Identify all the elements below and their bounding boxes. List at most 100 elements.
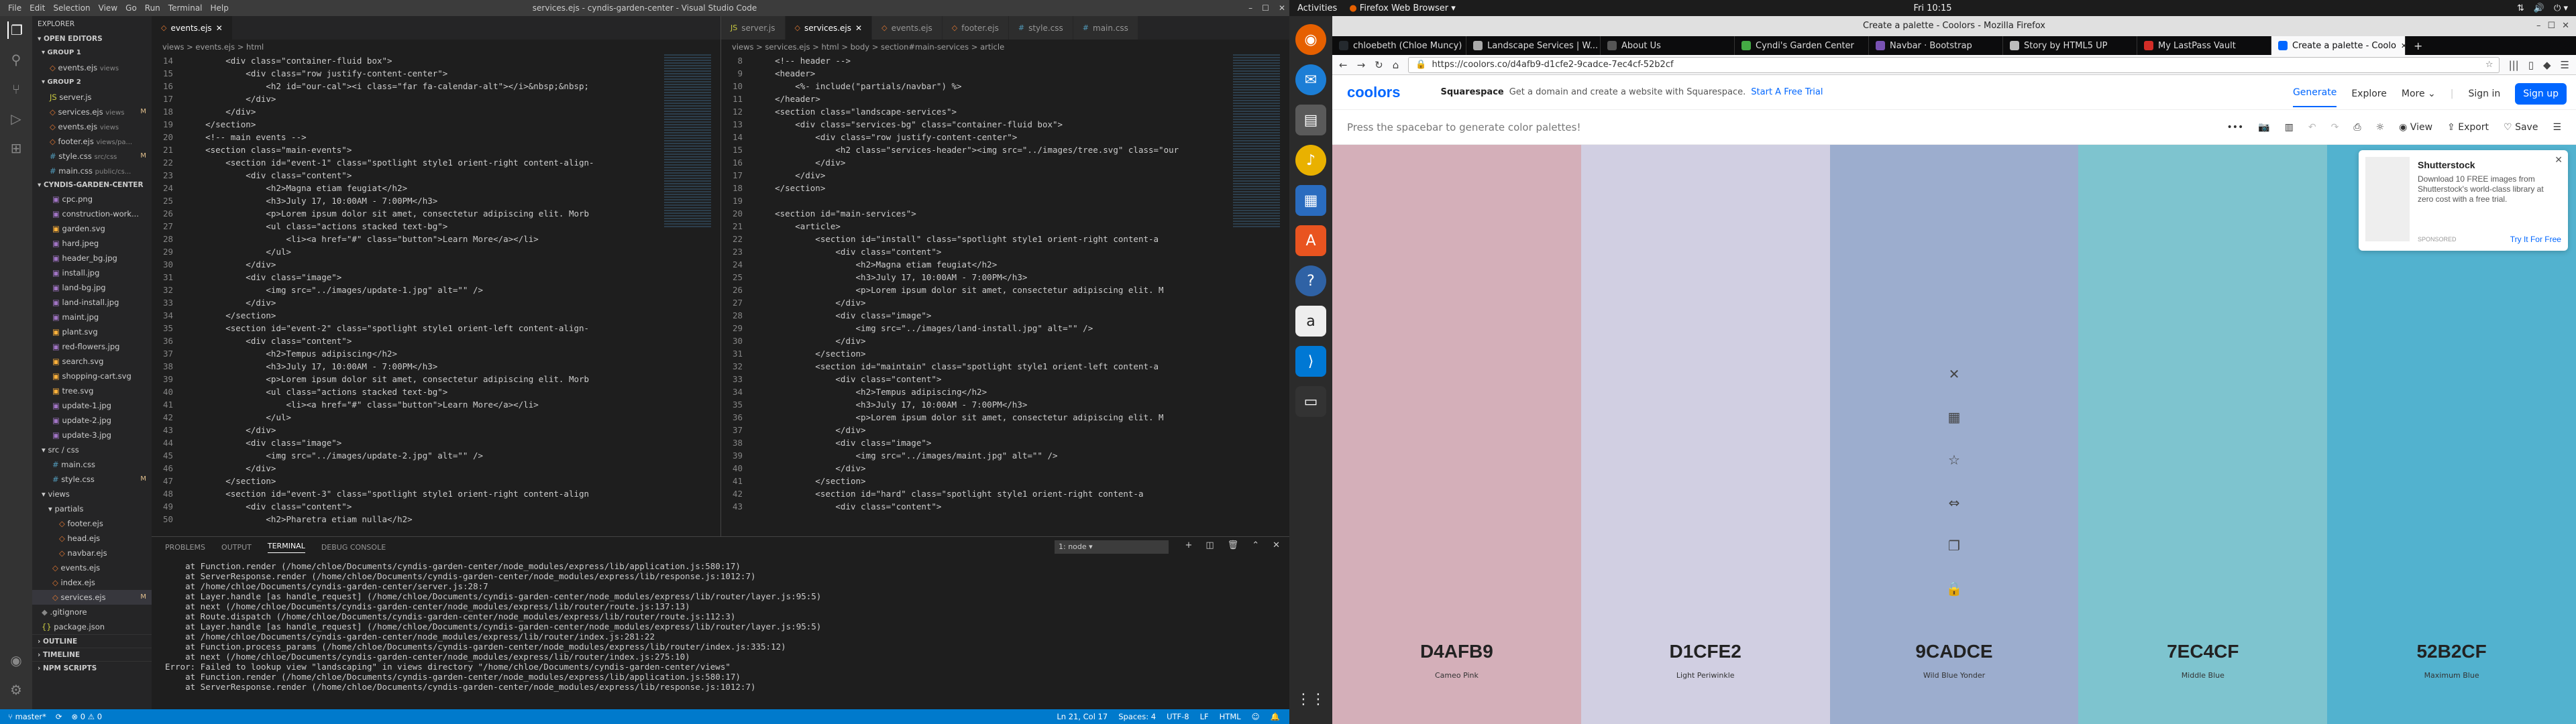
code-line[interactable]: 31 </section>: [721, 347, 1289, 360]
code-line[interactable]: 32 <section id="maintain" class="spotlig…: [721, 360, 1289, 373]
code-line[interactable]: 42 <section id="hard" class="spotlight s…: [721, 487, 1289, 500]
code-line[interactable]: 36 <p>Lorem ipsum dolor sit amet, consec…: [721, 411, 1289, 424]
show-apps-icon[interactable]: ⋮⋮: [1295, 684, 1326, 715]
redo-icon[interactable]: ↷: [2331, 122, 2339, 133]
open-editor-item[interactable]: # style.css src/css M: [32, 149, 152, 164]
code-line[interactable]: 21 <article>: [721, 220, 1289, 233]
tab-debug-console[interactable]: DEBUG CONSOLE: [321, 543, 386, 552]
minimap[interactable]: [664, 54, 711, 229]
code-line[interactable]: 48 <section id="event-3" class="spotligh…: [152, 487, 720, 500]
code-line[interactable]: 29 </ul>: [152, 245, 720, 258]
code-line[interactable]: 29 <img src="../images/land-install.jpg"…: [721, 322, 1289, 335]
editor-tab[interactable]: ◇ footer.ejs: [942, 16, 1009, 40]
ad-link[interactable]: Try It For Free: [2510, 235, 2561, 244]
shades-icon[interactable]: ▦: [1948, 409, 1961, 425]
amazon-icon[interactable]: a: [1295, 306, 1326, 337]
open-editors-header[interactable]: ▾ OPEN EDITORS: [32, 32, 152, 46]
code-line[interactable]: 31 <div class="image">: [152, 271, 720, 284]
view-button[interactable]: ◉ View: [2399, 122, 2432, 133]
undo-icon[interactable]: ↶: [2308, 122, 2316, 133]
file-item[interactable]: ◆ .gitignore: [32, 605, 152, 619]
indentation[interactable]: Spaces: 4: [1118, 712, 1156, 721]
code-line[interactable]: 19: [721, 194, 1289, 207]
code-line[interactable]: 41 <li><a href="#" class="button">Learn …: [152, 398, 720, 411]
code-line[interactable]: 27 <ul class="actions stacked text-bg">: [152, 220, 720, 233]
firefox-icon[interactable]: ◉: [1295, 24, 1326, 55]
code-line[interactable]: 46 </div>: [152, 462, 720, 475]
code-line[interactable]: 34 </section>: [152, 309, 720, 322]
editor-tab[interactable]: JS server.js: [721, 16, 786, 40]
browser-tab[interactable]: Landscape Services | W...: [1466, 36, 1601, 55]
breadcrumb[interactable]: views > events.ejs > html: [152, 40, 720, 54]
code-line[interactable]: 22 <section id="event-1" class="spotligh…: [152, 156, 720, 169]
file-item[interactable]: ▣ update-2.jpg: [32, 413, 152, 428]
code-line[interactable]: 19 </section>: [152, 118, 720, 131]
swatch-3[interactable]: ✕ ▦ ☆ ⇔ ❐ 🔒 9CADCE Wild Blue Yonder: [1829, 145, 2079, 724]
code-line[interactable]: 33 </div>: [152, 296, 720, 309]
folder-partials[interactable]: ▾ partials: [32, 501, 152, 516]
problems-indicator[interactable]: ⊗ 0 ⚠ 0: [72, 712, 103, 721]
code-line[interactable]: 43 </div>: [152, 424, 720, 436]
code-line[interactable]: 18 </section>: [721, 182, 1289, 194]
sidebar-icon[interactable]: ▯: [2528, 59, 2534, 71]
app-menu[interactable]: ● Firefox Web Browser ▾: [1349, 3, 1455, 13]
rhythmbox-icon[interactable]: ♪: [1295, 145, 1326, 176]
tab-terminal[interactable]: TERMINAL: [267, 542, 305, 553]
menu-file[interactable]: File: [8, 3, 21, 13]
file-item[interactable]: ▣ update-3.jpg: [32, 428, 152, 442]
file-item[interactable]: ▣ red-flowers.jpg: [32, 339, 152, 354]
browser-tab[interactable]: Cyndi's Garden Center: [1735, 36, 1869, 55]
outline-header[interactable]: › OUTLINE: [32, 634, 152, 648]
browser-tab[interactable]: About Us: [1601, 36, 1735, 55]
code-line[interactable]: 11 </header>: [721, 93, 1289, 105]
project-header[interactable]: ▾ CYNDIS-GARDEN-CENTER: [32, 178, 152, 192]
copy-icon[interactable]: ❐: [1948, 538, 1960, 554]
more-options-icon[interactable]: •••: [2226, 122, 2243, 133]
signup-button[interactable]: Sign up: [2515, 83, 2567, 105]
bookmark-star-icon[interactable]: ☆: [2485, 60, 2493, 70]
code-line[interactable]: 28 <div class="image">: [721, 309, 1289, 322]
file-item[interactable]: ▣ install.jpg: [32, 265, 152, 280]
npm-scripts-header[interactable]: › NPM SCRIPTS: [32, 661, 152, 674]
file-item[interactable]: ▣ construction-work...: [32, 206, 152, 221]
search-icon[interactable]: ⚲: [7, 51, 25, 68]
close-icon[interactable]: ✕: [2555, 154, 2563, 166]
file-item[interactable]: ▣ update-1.jpg: [32, 398, 152, 413]
swatch-hex[interactable]: D4AFB9: [1332, 641, 1581, 662]
terminal-icon[interactable]: ▭: [1295, 386, 1326, 417]
code-line[interactable]: 13 <div class="services-bg" class="conta…: [721, 118, 1289, 131]
tab-events-ejs[interactable]: ◇ events.ejs ✕: [152, 16, 233, 40]
code-line[interactable]: 32 <img src="../images/update-1.jpg" alt…: [152, 284, 720, 296]
code-line[interactable]: 50 <h2>Pharetra etiam nulla</h2>: [152, 513, 720, 526]
code-line[interactable]: 47 </section>: [152, 475, 720, 487]
file-item[interactable]: ▣ land-install.jpg: [32, 295, 152, 310]
code-line[interactable]: 33 <div class="content">: [721, 373, 1289, 385]
code-line[interactable]: 10 <%- include("partials/navbar") %>: [721, 80, 1289, 93]
swatch-hex[interactable]: 7EC4CF: [2078, 641, 2327, 662]
file-item[interactable]: ▣ search.svg: [32, 354, 152, 369]
file-item[interactable]: ◇ events.ejs: [32, 560, 152, 575]
thunderbird-icon[interactable]: ✉: [1295, 64, 1326, 95]
file-item[interactable]: # style.css M: [32, 472, 152, 487]
code-line[interactable]: 22 <section id="install" class="spotligh…: [721, 233, 1289, 245]
shutterstock-ad[interactable]: Shutterstock Download 10 FREE images fro…: [2358, 150, 2568, 251]
cursor-position[interactable]: Ln 21, Col 17: [1057, 712, 1108, 721]
close-icon[interactable]: ✕: [855, 23, 862, 33]
file-item[interactable]: {} package.json: [32, 619, 152, 634]
library-icon[interactable]: |||: [2509, 59, 2519, 71]
file-item[interactable]: ▣ tree.svg: [32, 383, 152, 398]
code-line[interactable]: 42 </ul>: [152, 411, 720, 424]
code-line[interactable]: 36 <div class="content">: [152, 335, 720, 347]
code-line[interactable]: 45 <img src="../images/update-2.jpg" alt…: [152, 449, 720, 462]
extension-icon[interactable]: ◆: [2543, 59, 2551, 71]
nav-explore[interactable]: Explore: [2351, 88, 2387, 99]
code-line[interactable]: 9 <header>: [721, 67, 1289, 80]
code-line[interactable]: 39 <p>Lorem ipsum dolor sit amet, consec…: [152, 373, 720, 385]
terminal-select[interactable]: 1: node ▾: [1055, 540, 1169, 554]
run-debug-icon[interactable]: ▷: [7, 110, 25, 127]
open-editor-item[interactable]: # main.css public/cs...: [32, 164, 152, 178]
code-line[interactable]: 17 </div>: [152, 93, 720, 105]
camera-icon[interactable]: 📷: [2258, 122, 2269, 133]
swatch-5[interactable]: Shutterstock Download 10 FREE images fro…: [2327, 145, 2576, 724]
code-line[interactable]: 26 <p>Lorem ipsum dolor sit amet, consec…: [721, 284, 1289, 296]
